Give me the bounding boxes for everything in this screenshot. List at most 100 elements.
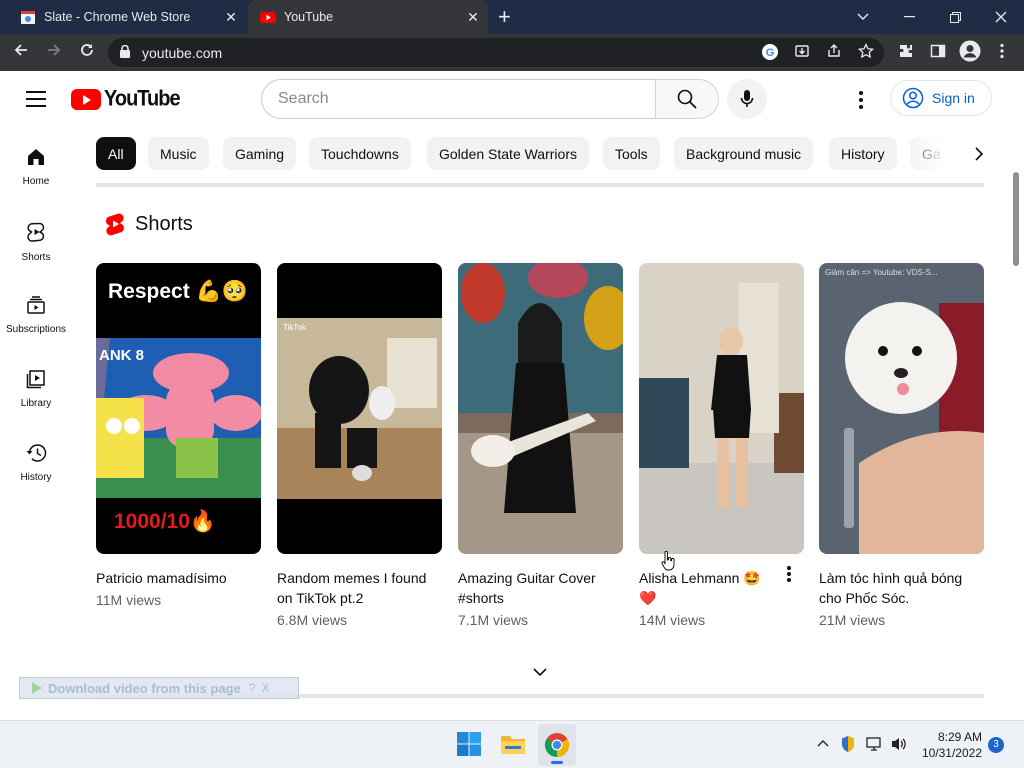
restore-button[interactable] — [932, 0, 978, 34]
windows-start-icon[interactable] — [455, 730, 483, 758]
minimize-button[interactable] — [886, 0, 932, 34]
short-card[interactable]: Respect 💪🥺 ANK 8 1000/10🔥 Patricio mamad… — [96, 263, 261, 608]
bookmark-star-icon[interactable] — [856, 42, 876, 63]
youtube-header: YouTube Search Sign in — [0, 71, 1024, 127]
thumbnail-overlay-bottom: 1000/10🔥 — [114, 510, 217, 533]
home-icon — [28, 149, 44, 165]
short-title[interactable]: Patricio mamadísimo — [96, 568, 261, 588]
search-input[interactable]: Search — [261, 79, 656, 119]
security-shield-icon[interactable] — [840, 735, 856, 753]
clock-date: 10/31/2022 — [921, 746, 982, 760]
notification-badge[interactable]: 3 — [988, 737, 1004, 753]
sign-in-label: Sign in — [932, 90, 975, 106]
close-tab-icon[interactable]: ✕ — [464, 9, 482, 26]
show-more-chevron-icon[interactable] — [532, 665, 548, 679]
show-hidden-icons-chevron-icon[interactable] — [817, 738, 829, 748]
network-icon[interactable] — [866, 736, 884, 752]
lock-icon[interactable] — [120, 45, 130, 58]
share-icon[interactable] — [824, 43, 844, 63]
chip-history[interactable]: History — [829, 137, 897, 170]
short-views: 6.8M views — [277, 612, 348, 628]
chip-background-music[interactable]: Background music — [674, 137, 814, 170]
short-title[interactable]: Amazing Guitar Cover #shorts — [458, 568, 623, 608]
close-tab-icon[interactable]: ✕ — [222, 9, 240, 26]
sidebar-item-label: Shorts — [21, 252, 51, 263]
short-thumbnail[interactable]: Giảm cân => Youtube: VDS-S... — [819, 263, 984, 554]
short-card[interactable]: Giảm cân => Youtube: VDS-S... Làm tóc hì… — [819, 263, 984, 628]
download-video-label[interactable]: Download video from this page — [48, 681, 241, 696]
chrome-taskbar-active[interactable] — [538, 724, 576, 766]
voice-search-button[interactable] — [727, 79, 767, 119]
chrome-menu-icon[interactable] — [992, 43, 1012, 63]
short-card[interactable]: Alisha Lehmann 🤩 ❤️ 14M views — [639, 263, 804, 628]
account-icon — [902, 87, 924, 109]
help-icon[interactable]: ? — [249, 681, 256, 695]
search-icon — [677, 89, 697, 109]
reload-button[interactable] — [76, 42, 98, 63]
search-button[interactable] — [655, 79, 719, 119]
chip-tools[interactable]: Tools — [603, 137, 660, 170]
short-thumbnail[interactable] — [458, 263, 623, 554]
sidebar-item-shorts[interactable]: Shorts — [0, 201, 72, 275]
short-card[interactable]: TikTok Random memes I found on TikTok pt… — [277, 263, 442, 628]
address-bar[interactable]: youtube.com G — [108, 38, 884, 67]
install-app-icon[interactable] — [792, 43, 812, 63]
page-scrollbar[interactable] — [1013, 172, 1019, 266]
short-views: 11M views — [96, 592, 162, 608]
short-thumbnail[interactable]: TikTok — [277, 263, 442, 554]
file-explorer-icon[interactable] — [499, 730, 527, 758]
short-title[interactable]: Alisha Lehmann 🤩 ❤️ — [639, 568, 779, 608]
sidebar-item-label: History — [20, 472, 52, 483]
shorts-title: Shorts — [135, 212, 193, 235]
chip-music[interactable]: Music — [148, 137, 209, 170]
youtube-logo[interactable]: YouTube — [71, 87, 181, 111]
tab-youtube[interactable]: YouTube ✕ — [248, 0, 488, 34]
youtube-favicon-icon — [260, 12, 276, 23]
sidebar-item-home[interactable]: Home — [0, 127, 72, 201]
chip-touchdowns[interactable]: Touchdowns — [309, 137, 411, 170]
shorts-shelf-header: Shorts — [105, 212, 193, 236]
browser-tab-strip: Slate - Chrome Web Store ✕ YouTube ✕ + — [0, 0, 1024, 34]
menu-icon[interactable] — [26, 91, 46, 112]
short-views: 21M views — [819, 612, 886, 628]
settings-menu-icon[interactable] — [850, 89, 872, 111]
windows-taskbar: 8:29 AM 10/31/2022 3 — [0, 720, 1024, 768]
tab-chrome-web-store[interactable]: Slate - Chrome Web Store ✕ — [8, 0, 246, 34]
system-clock[interactable]: 8:29 AM 10/31/2022 — [918, 729, 982, 761]
short-thumbnail[interactable] — [639, 263, 804, 554]
chrome-web-store-icon — [21, 11, 35, 24]
shorts-logo-icon — [105, 213, 124, 236]
back-button[interactable] — [10, 42, 32, 63]
url-text[interactable]: youtube.com — [142, 45, 222, 61]
short-title[interactable]: Làm tóc hình quả bóng cho Phốc Sóc. — [819, 568, 984, 608]
chevron-right-icon[interactable] — [970, 145, 988, 163]
forward-button[interactable] — [43, 42, 65, 63]
google-lens-icon[interactable]: G — [760, 43, 780, 63]
volume-icon[interactable] — [890, 736, 908, 752]
close-icon[interactable]: X — [262, 681, 270, 695]
history-icon — [26, 444, 47, 462]
extensions-icon[interactable] — [896, 43, 916, 63]
side-panel-icon[interactable] — [928, 43, 948, 63]
tab-search-chevron-icon[interactable] — [840, 0, 886, 34]
short-thumbnail[interactable]: Respect 💪🥺 ANK 8 1000/10🔥 — [96, 263, 261, 554]
sidebar-item-history[interactable]: History — [0, 423, 72, 497]
close-window-button[interactable] — [978, 0, 1024, 34]
thumbnail-overlay-badge: ANK 8 — [99, 347, 144, 364]
svg-text:G: G — [766, 47, 775, 59]
short-card[interactable]: Amazing Guitar Cover #shorts 7.1M views — [458, 263, 623, 628]
sidebar-item-label: Library — [20, 398, 52, 409]
chip-gaming[interactable]: Gaming — [223, 137, 297, 170]
chip-all[interactable]: All — [96, 137, 136, 170]
chip-golden-state-warriors[interactable]: Golden State Warriors — [427, 137, 589, 170]
profile-avatar-icon[interactable] — [959, 40, 981, 63]
new-tab-button[interactable]: + — [498, 6, 511, 28]
sidebar-item-subscriptions[interactable]: Subscriptions — [0, 275, 72, 349]
more-actions-icon[interactable] — [787, 566, 795, 584]
download-video-bar[interactable]: Download video from this page ? X — [19, 677, 299, 699]
sidebar-item-library[interactable]: Library — [0, 349, 72, 423]
chrome-icon — [544, 733, 570, 757]
short-title[interactable]: Random memes I found on TikTok pt.2 — [277, 568, 442, 608]
clock-time: 8:29 AM — [937, 730, 982, 744]
sign-in-button[interactable]: Sign in — [890, 80, 992, 116]
